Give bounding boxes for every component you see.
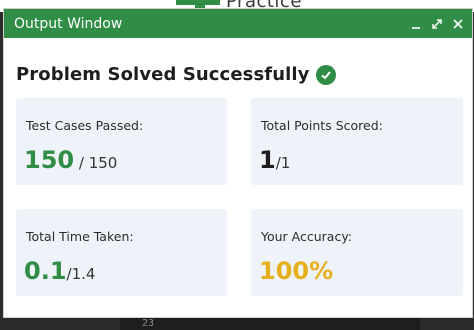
accuracy-label: Your Accuracy: — [261, 229, 353, 244]
points-label: Total Points Scored: — [261, 118, 383, 133]
test-cases-card: Test Cases Passed: 150 / 150 — [16, 98, 227, 185]
points-card: Total Points Scored: 1/1 — [251, 98, 463, 185]
time-card: Total Time Taken: 0.1/1.4 — [16, 209, 227, 296]
test-cases-passed: 150 — [24, 146, 75, 174]
test-cases-separator: / — [74, 154, 89, 172]
accuracy-value: 100% — [259, 257, 334, 285]
output-window: Output Window Problem Solved Successfull… — [3, 8, 473, 318]
background-line-number: 23 — [142, 318, 155, 329]
points-scored: 1 — [259, 146, 276, 174]
check-circle-icon — [315, 64, 336, 85]
minimize-icon[interactable] — [410, 18, 422, 30]
test-cases-value-row: 150 / 150 — [24, 146, 117, 174]
stats-grid: Test Cases Passed: 150 / 150 Total Point… — [16, 98, 463, 317]
window-title: Output Window — [14, 15, 123, 32]
time-value-row: 0.1/1.4 — [24, 257, 95, 285]
test-cases-label: Test Cases Passed: — [26, 118, 144, 133]
test-cases-total: 150 — [88, 154, 118, 172]
accuracy-value-row: 100% — [259, 257, 333, 285]
points-value-row: 1/1 — [259, 146, 290, 174]
points-total: 1 — [280, 154, 291, 172]
time-limit: 1.4 — [71, 265, 96, 283]
accuracy-card: Your Accuracy: 100% — [251, 209, 463, 296]
window-controls — [410, 18, 464, 30]
expand-icon[interactable] — [431, 18, 443, 30]
time-taken: 0.1 — [24, 257, 67, 285]
window-content: Problem Solved Successfully Test Cases P… — [4, 64, 472, 317]
result-heading: Problem Solved Successfully — [16, 64, 310, 85]
close-icon[interactable] — [452, 18, 464, 30]
time-label: Total Time Taken: — [26, 229, 134, 244]
window-titlebar[interactable]: Output Window — [4, 9, 472, 38]
result-heading-row: Problem Solved Successfully — [16, 64, 460, 85]
background-logo-stem-icon — [195, 0, 205, 8]
